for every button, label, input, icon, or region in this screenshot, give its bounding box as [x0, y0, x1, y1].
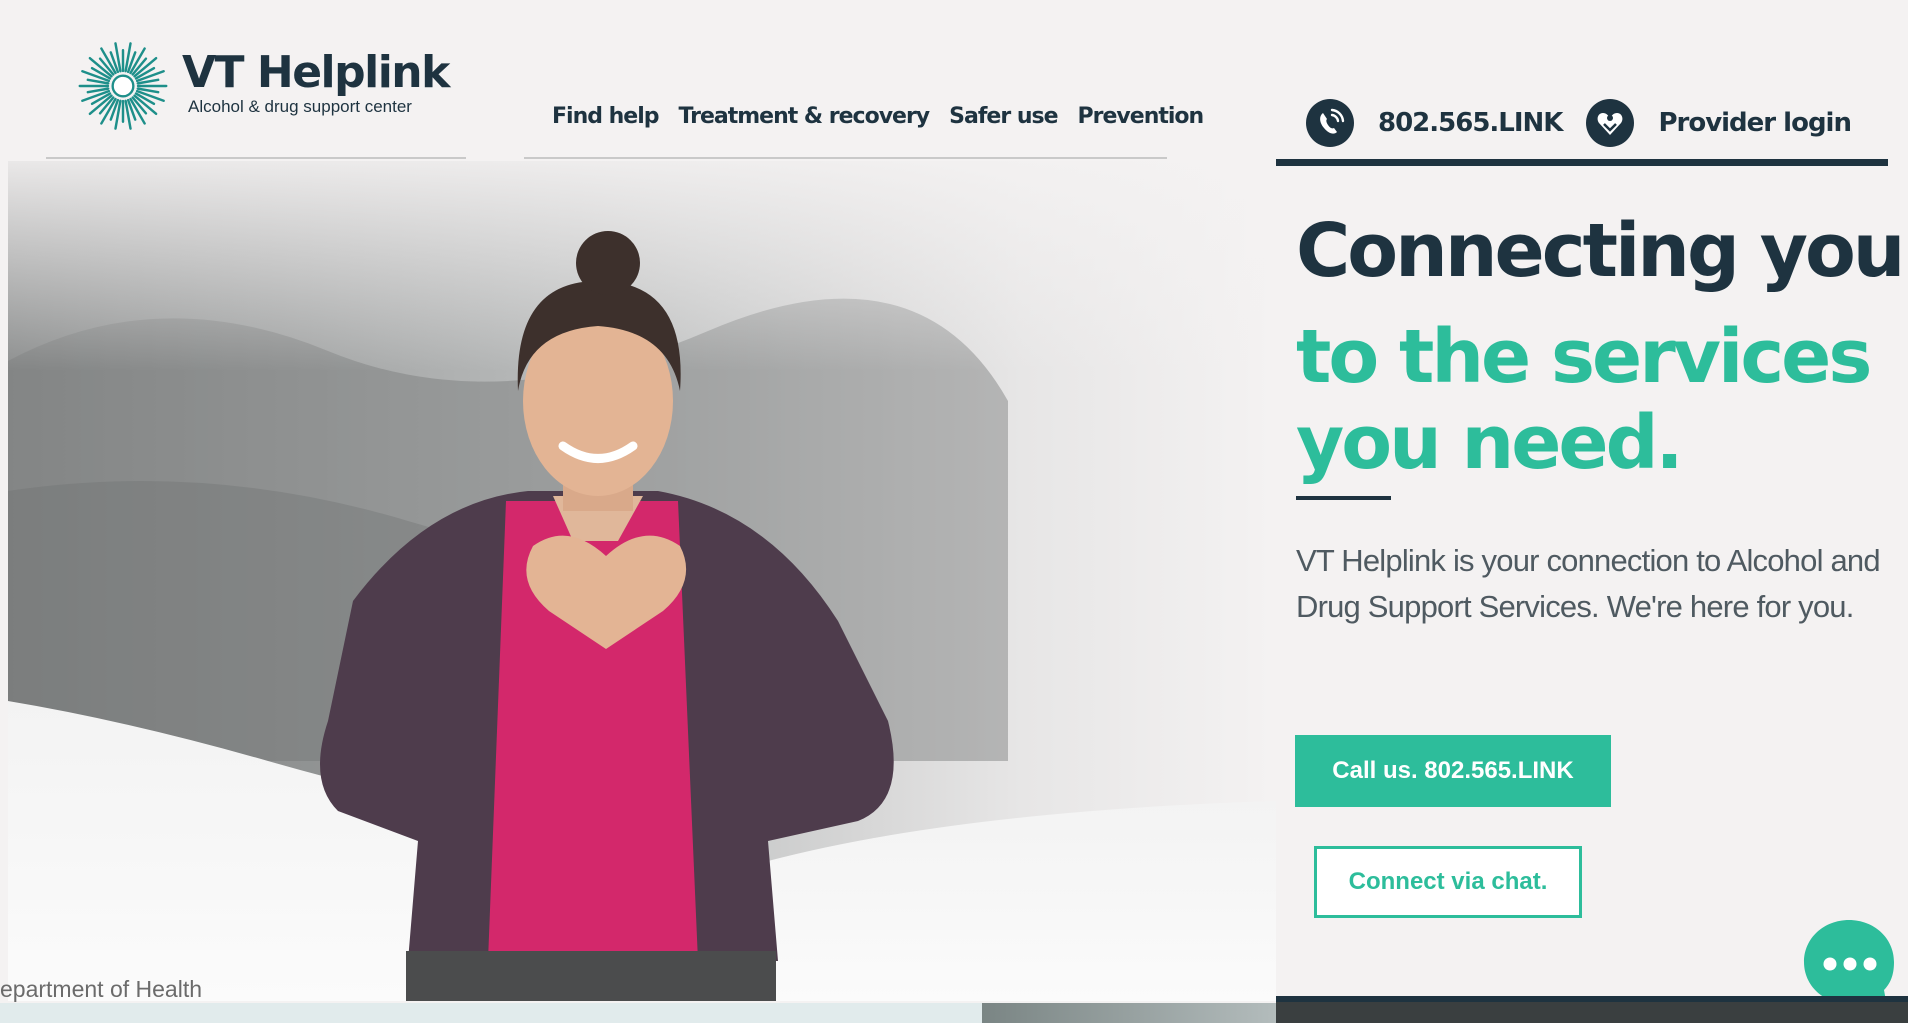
hero-photo: [8, 161, 1276, 1001]
phone-link[interactable]: 802.565.LINK: [1378, 108, 1563, 138]
next-section-dark: [1276, 996, 1908, 1023]
nav-safer-use[interactable]: Safer use: [949, 104, 1058, 138]
logo-link[interactable]: VT Helplink Alcohol & drug support cente…: [76, 36, 456, 136]
utility-bar: 802.565.LINK Provider login: [1306, 98, 1886, 148]
hero-photo-illustration: [8, 161, 1276, 1001]
sunburst-logo-icon: [78, 42, 168, 130]
provider-login-link[interactable]: Provider login: [1658, 108, 1852, 138]
header-divider-left: [46, 157, 466, 159]
footer-partial-text: epartment of Health: [0, 976, 203, 1002]
hero-intro: VT Helplink is your connection to Alcoho…: [1296, 543, 1881, 624]
brand-tagline: Alcohol & drug support center: [188, 97, 412, 116]
nav-treatment-recovery[interactable]: Treatment & recovery: [679, 104, 931, 138]
utility-underline: [1276, 159, 1888, 166]
hero-headline-accent: to the services you need.: [1296, 314, 1872, 486]
headline-divider: [1296, 496, 1391, 500]
brand-name: VT Helplink: [182, 47, 450, 98]
main-nav: Find help Treatment & recovery Safer use…: [552, 104, 1205, 138]
hero-headline-primary: Connecting you: [1296, 208, 1905, 294]
call-us-button[interactable]: Call us. 802.565.LINK: [1295, 735, 1611, 807]
provider-heart-icon[interactable]: [1586, 99, 1635, 147]
next-section-photo: [982, 1003, 1276, 1023]
connect-chat-button[interactable]: Connect via chat.: [1314, 846, 1582, 918]
nav-prevention[interactable]: Prevention: [1078, 104, 1205, 138]
phone-icon[interactable]: [1306, 99, 1354, 147]
nav-find-help[interactable]: Find help: [552, 104, 660, 138]
next-section-band: [0, 1003, 982, 1023]
header-divider-nav: [524, 157, 1167, 159]
